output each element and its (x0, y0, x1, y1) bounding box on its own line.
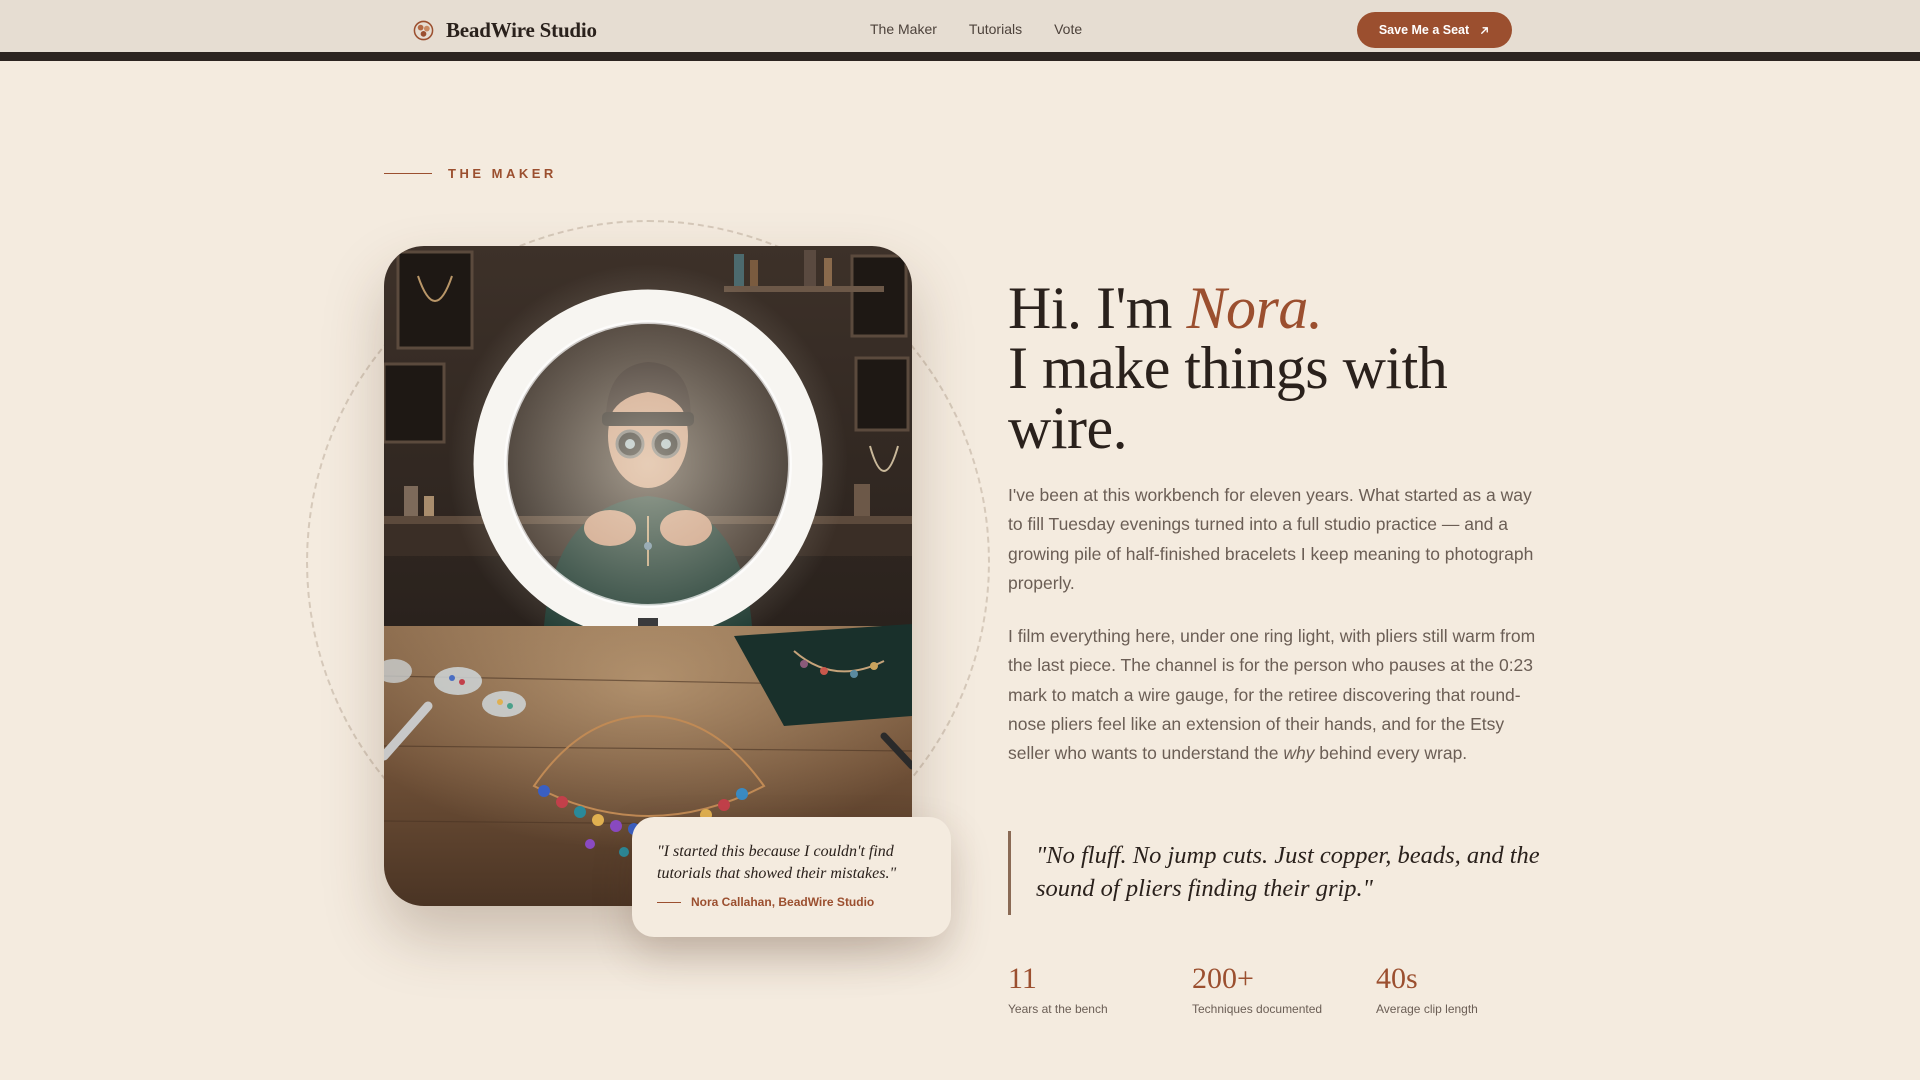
nav-link-tutorials[interactable]: Tutorials (969, 21, 1022, 37)
stat-techniques: 200+ Techniques documented (1192, 960, 1376, 1016)
stat-label: Average clip length (1376, 1002, 1478, 1016)
stat-years: 11 Years at the bench (1008, 960, 1192, 1016)
stat-clip-length: 40s Average clip length (1376, 960, 1560, 1016)
stat-label: Techniques documented (1192, 1002, 1323, 1016)
intro-paragraph-1: I've been at this workbench for eleven y… (1008, 485, 1534, 593)
intro-paragraph-2: I film everything here, under one ring l… (1008, 622, 1543, 768)
main-nav: The Maker Tutorials Vote (870, 21, 1082, 37)
maker-portrait-photo (384, 246, 912, 906)
headline-name: Nora. (1186, 275, 1323, 341)
save-me-a-seat-button[interactable]: Save Me a Seat (1357, 12, 1512, 48)
brand-name: BeadWire Studio (446, 18, 597, 42)
eyebrow-label: THE MAKER (448, 166, 557, 181)
stat-label: Years at the bench (1008, 1002, 1108, 1016)
workbench-illustration (384, 246, 912, 906)
intro-emphasis-why: why (1283, 743, 1315, 764)
attribution-divider (657, 901, 681, 903)
stat-value: 200+ (1192, 962, 1254, 995)
bead-cluster-icon (413, 20, 434, 41)
page-title: Hi. I'm Nora. I make things with wire. (1008, 278, 1568, 458)
stat-value: 40s (1376, 962, 1418, 995)
pull-quote: "No fluff. No jump cuts. Just copper, be… (1008, 831, 1548, 915)
photo-quote-attribution: Nora Callahan, BeadWire Studio (657, 895, 927, 909)
section-eyebrow: THE MAKER (384, 166, 557, 181)
eyebrow-divider (384, 173, 432, 174)
stats-row: 11 Years at the bench 200+ Techniques do… (1008, 960, 1560, 1016)
headline-greeting: Hi. I'm (1008, 275, 1187, 341)
attribution-name: Nora Callahan, BeadWire Studio (691, 895, 875, 909)
nav-link-vote[interactable]: Vote (1054, 21, 1082, 37)
headline-tagline: I make things with wire. (1008, 335, 1448, 461)
photo-quote-text: "I started this because I couldn't find … (657, 843, 897, 882)
nav-link-the-maker[interactable]: The Maker (870, 21, 937, 37)
cta-label: Save Me a Seat (1378, 23, 1470, 37)
stat-value: 11 (1008, 962, 1037, 995)
top-navigation-bar: BeadWire Studio The Maker Tutorials Vote… (0, 0, 1920, 61)
brand-link[interactable]: BeadWire Studio (413, 18, 597, 43)
photo-quote-card: "I started this because I couldn't find … (632, 817, 951, 937)
intro-paragraph-2-end: behind every wrap. (1314, 743, 1468, 764)
arrow-up-right-icon (1481, 26, 1489, 34)
